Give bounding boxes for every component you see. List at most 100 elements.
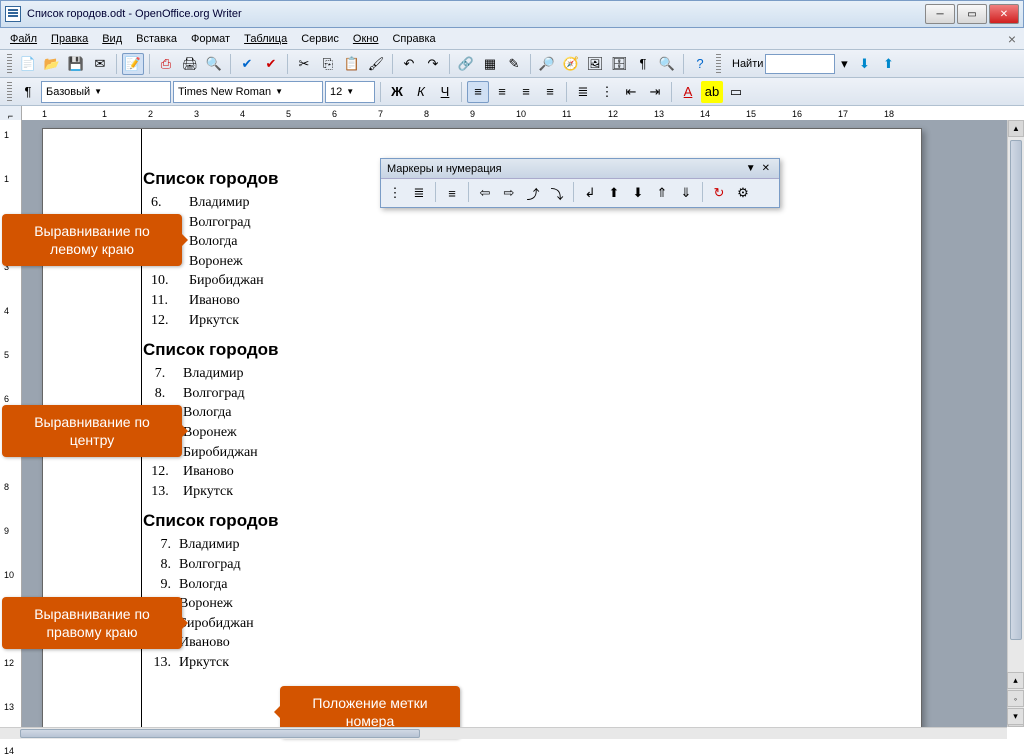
find-dropdown[interactable]: ▾ xyxy=(837,53,851,75)
print-button[interactable]: 🖨 xyxy=(179,53,201,75)
highlight-button[interactable]: ab xyxy=(701,81,723,103)
menu-view[interactable]: Вид xyxy=(96,31,128,47)
list-item[interactable]: 12.Иваново xyxy=(133,633,831,653)
list-item[interactable]: 10.Воронеж xyxy=(133,423,831,443)
scroll-thumb[interactable] xyxy=(1010,140,1022,640)
list-item[interactable]: 7.Волгоград xyxy=(133,213,831,233)
horizontal-scrollbar[interactable] xyxy=(0,727,1007,739)
float-toolbar-dropdown[interactable]: ▼ xyxy=(743,163,759,174)
list-item[interactable]: 8.Вологда xyxy=(133,232,831,252)
list-item[interactable]: 13.Иркутск xyxy=(133,653,831,673)
nonprinting-button[interactable]: ¶ xyxy=(632,53,654,75)
toolbar-grip[interactable] xyxy=(7,82,12,102)
data-sources-button[interactable]: 🗄 xyxy=(608,53,630,75)
close-button[interactable]: ✕ xyxy=(989,4,1019,24)
menu-help[interactable]: Справка xyxy=(386,31,441,47)
list-item[interactable]: 10.Воронеж xyxy=(133,594,831,614)
new-button[interactable]: 📄 xyxy=(17,53,39,75)
heading[interactable]: Список городов xyxy=(143,511,831,531)
list-item[interactable]: 9.Воронеж xyxy=(133,252,831,272)
move-down-subpoints-button[interactable]: ⇓ xyxy=(675,182,697,204)
float-toolbar-close[interactable]: ✕ xyxy=(759,163,773,174)
promote-subpoints-button[interactable]: ⤴ xyxy=(522,182,544,204)
cut-button[interactable]: ✂ xyxy=(293,53,315,75)
zoom-button[interactable]: 🔍 xyxy=(656,53,678,75)
table-button[interactable]: ▦ xyxy=(479,53,501,75)
list-center-aligned[interactable]: 7.Владимир8.Волгоград9.Вологда10.Воронеж… xyxy=(133,364,831,501)
menu-format[interactable]: Формат xyxy=(185,31,236,47)
numbering-on-off-button[interactable]: ≣ xyxy=(408,182,430,204)
align-left-button[interactable]: ≡ xyxy=(467,81,489,103)
navigator-button[interactable]: 🧭 xyxy=(560,53,582,75)
menu-window[interactable]: Окно xyxy=(347,31,385,47)
auto-spellcheck-button[interactable]: ✔ xyxy=(260,53,282,75)
save-button[interactable]: 💾 xyxy=(65,53,87,75)
menu-table[interactable]: Таблица xyxy=(238,31,293,47)
list-item[interactable]: 7.Владимир xyxy=(133,364,831,384)
bullets-numbering-dialog-button[interactable]: ⚙ xyxy=(732,182,754,204)
list-item[interactable]: 8.Волгоград xyxy=(133,384,831,404)
demote-level-button[interactable]: ⇨ xyxy=(498,182,520,204)
move-up-subpoints-button[interactable]: ⇑ xyxy=(651,182,673,204)
bullets-numbering-toolbar[interactable]: Маркеры и нумерация ▼ ✕ ⋮ ≣ ≡ ⇦ ⇨ ⤴ ⤵ ↲ … xyxy=(380,158,780,208)
email-button[interactable]: ✉ xyxy=(89,53,111,75)
list-item[interactable]: 9.Вологда xyxy=(133,575,831,595)
edit-file-button[interactable]: 📝 xyxy=(122,53,144,75)
styles-button[interactable]: ¶ xyxy=(17,81,39,103)
italic-button[interactable]: К xyxy=(410,81,432,103)
prev-page-button[interactable]: ▴ xyxy=(1007,672,1024,689)
find-replace-button[interactable]: 🔎 xyxy=(536,53,558,75)
find-prev-button[interactable]: ⬆ xyxy=(877,53,899,75)
open-button[interactable]: 📂 xyxy=(41,53,63,75)
restart-numbering-button[interactable]: ↻ xyxy=(708,182,730,204)
menu-file[interactable]: Файл xyxy=(4,31,43,47)
numbering-button[interactable]: ≣ xyxy=(572,81,594,103)
font-color-button[interactable]: A xyxy=(677,81,699,103)
promote-level-button[interactable]: ⇦ xyxy=(474,182,496,204)
preview-button[interactable]: 🔍 xyxy=(203,53,225,75)
increase-indent-button[interactable]: ⇥ xyxy=(644,81,666,103)
list-item[interactable]: 7.Владимир xyxy=(133,535,831,555)
list-item[interactable]: 13.Иркутск xyxy=(133,482,831,502)
align-right-button[interactable]: ≡ xyxy=(515,81,537,103)
heading[interactable]: Список городов xyxy=(143,340,831,360)
redo-button[interactable]: ↷ xyxy=(422,53,444,75)
move-up-button[interactable]: ⬆ xyxy=(603,182,625,204)
bullets-on-off-button[interactable]: ⋮ xyxy=(384,182,406,204)
font-name-dropdown[interactable]: Times New Roman▼ xyxy=(173,81,323,103)
float-toolbar-titlebar[interactable]: Маркеры и нумерация ▼ ✕ xyxy=(381,159,779,179)
list-item[interactable]: 12.Иваново xyxy=(133,462,831,482)
copy-button[interactable]: ⎘ xyxy=(317,53,339,75)
list-item[interactable]: 11.Биробиджан xyxy=(133,443,831,463)
find-next-button[interactable]: ⬇ xyxy=(853,53,875,75)
background-color-button[interactable]: ▭ xyxy=(725,81,747,103)
next-page-button[interactable]: ▾ xyxy=(1007,708,1024,725)
gallery-button[interactable]: 🖼 xyxy=(584,53,606,75)
align-justify-button[interactable]: ≡ xyxy=(539,81,561,103)
help-button[interactable]: ? xyxy=(689,53,711,75)
list-item[interactable]: 8.Волгоград xyxy=(133,555,831,575)
show-draw-button[interactable]: ✎ xyxy=(503,53,525,75)
hyperlink-button[interactable]: 🔗 xyxy=(455,53,477,75)
list-item[interactable]: 12.Иркутск xyxy=(133,311,831,331)
navigation-button[interactable]: ◦ xyxy=(1007,690,1024,707)
find-input[interactable] xyxy=(765,54,835,74)
menu-edit[interactable]: Правка xyxy=(45,31,94,47)
list-item[interactable]: 10.Биробиджан xyxy=(133,271,831,291)
insert-unnumbered-button[interactable]: ↲ xyxy=(579,182,601,204)
list-item[interactable]: 11.Иваново xyxy=(133,291,831,311)
bullets-button[interactable]: ⋮ xyxy=(596,81,618,103)
undo-button[interactable]: ↶ xyxy=(398,53,420,75)
align-center-button[interactable]: ≡ xyxy=(491,81,513,103)
list-left-aligned[interactable]: 6.Владимир7.Волгоград8.Вологда9.Воронеж1… xyxy=(133,193,831,330)
decrease-indent-button[interactable]: ⇤ xyxy=(620,81,642,103)
toolbar-grip[interactable] xyxy=(716,54,721,74)
maximize-button[interactable]: ▭ xyxy=(957,4,987,24)
list-item[interactable]: 9.Вологда xyxy=(133,403,831,423)
paragraph-style-dropdown[interactable]: Базовый▼ xyxy=(41,81,171,103)
list-right-aligned[interactable]: 7.Владимир8.Волгоград9.Вологда10.Воронеж… xyxy=(133,535,831,672)
paste-button[interactable]: 📋 xyxy=(341,53,363,75)
bold-button[interactable]: Ж xyxy=(386,81,408,103)
demote-subpoints-button[interactable]: ⤵ xyxy=(546,182,568,204)
numbering-off-button[interactable]: ≡ xyxy=(441,182,463,204)
